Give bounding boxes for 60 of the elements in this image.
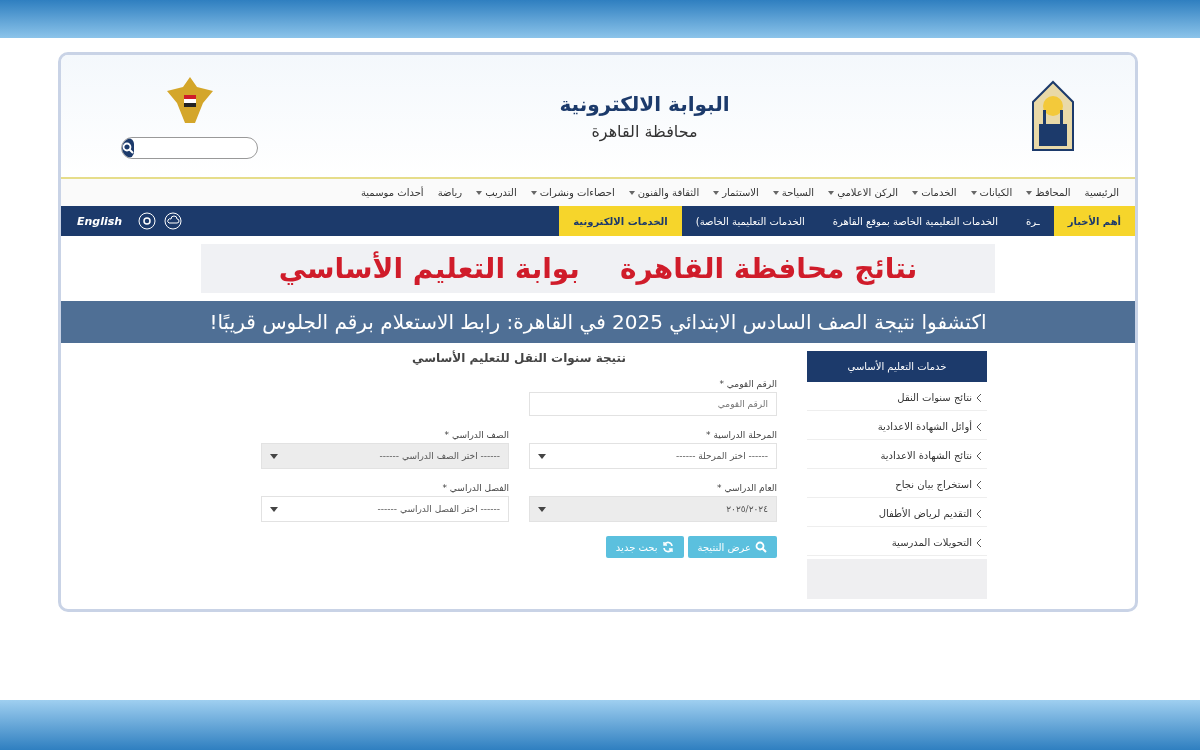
nav-item[interactable]: السياحة [772,187,815,198]
portal-subtitle: محافظة القاهرة [591,121,698,141]
nav-item[interactable]: المحافظ [1026,187,1071,198]
nav-item[interactable]: احصاءات ونشرات [530,187,615,198]
caret-icon [912,190,919,195]
language-link[interactable]: English [61,206,135,236]
caret-icon [538,453,546,459]
news-ticker-item[interactable]: ـرة [1011,206,1054,236]
chevron-icon [976,538,981,547]
caret-icon [270,506,278,512]
form-title: نتيجة سنوات النقل للتعليم الأساسي [411,351,627,365]
nav-item[interactable]: رياضة [437,187,463,198]
chevron-icon [976,451,981,460]
chevron-icon [976,422,981,431]
search-button[interactable] [122,138,134,158]
national-id-field[interactable]: الرقم القومي [529,392,777,416]
field-label: الرقم القومي * [718,379,777,389]
search-icon [122,142,134,154]
caret-icon [530,190,537,195]
nav-item[interactable]: أحداث موسمية [361,187,424,198]
sidebar-title: خدمات التعليم الأساسي [807,351,987,382]
field-label: الفصل الدراسي * [441,483,509,493]
chevron-icon [976,393,981,402]
select-field[interactable]: ------ اختر الفصل الدراسي ------ [261,496,509,522]
refresh-icon [661,541,674,553]
caret-icon [828,190,835,195]
mosque-logo-icon [1031,80,1075,152]
field-label: العام الدراسي * [716,483,777,493]
nav-item[interactable]: الكيانات [970,187,1013,198]
caret-icon [270,453,278,459]
caret-icon [476,190,483,195]
nav-item[interactable]: الاستثمار [713,187,759,198]
news-ticker-item[interactable]: الخدمات التعليمية الخاصة) [681,206,819,236]
banner-heading: بوابة التعليم الأساسي [278,252,580,285]
caret-icon [772,190,779,195]
news-caption: اكتشفوا نتيجة الصف السادس الابتدائي 2025 في القاهرة: رابط الاستعلام برقم الجلوس قريبًا! [61,301,1135,343]
caret-icon [1026,190,1033,195]
select-field[interactable]: ------ اختر المرحلة ------ [529,443,777,469]
nav-item[interactable]: الرئيسية [1084,187,1119,198]
nav-item[interactable]: الثقافة والفنون [628,187,700,198]
field-label: الصف الدراسي * [443,430,509,440]
cloud-icon[interactable] [164,212,183,230]
field-label: المرحلة الدراسية * [705,430,777,440]
news-label: أهم الأخبار [1053,206,1135,236]
nav-item[interactable]: التدريب [476,187,517,198]
nav-item[interactable]: الخدمات [912,187,957,198]
caret-icon [970,190,977,195]
search-icon [755,541,767,553]
chevron-icon [976,509,981,518]
news-ticker-item[interactable]: الخدمات التعليمية الخاصة بموقع القاهرة [818,206,1012,236]
search-field[interactable] [121,137,258,159]
caret-icon [538,506,546,512]
clock-icon[interactable] [138,212,157,230]
services-tab[interactable]: الخدمات الالكترونية [559,206,682,236]
portal-title: البوابة الالكترونية [559,91,730,116]
caret-icon [713,190,720,195]
chevron-icon [976,480,981,489]
nav-item[interactable]: الركن الاعلامي [828,187,899,198]
banner-heading: نتائج محافظة القاهرة [619,252,918,285]
caret-icon [628,190,635,195]
